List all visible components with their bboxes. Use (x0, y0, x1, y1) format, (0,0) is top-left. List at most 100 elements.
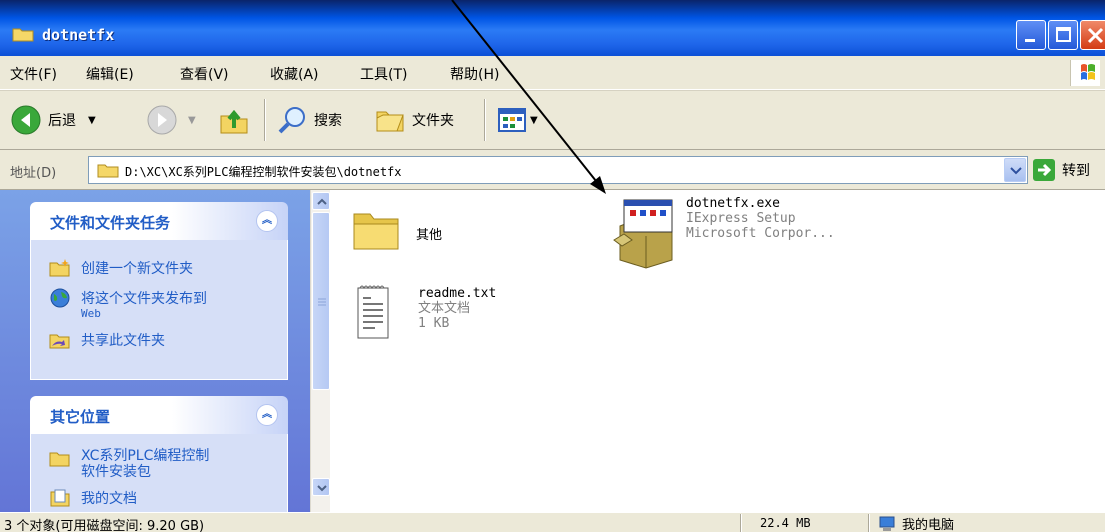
file-type: IExpress Setup (686, 211, 796, 226)
chevron-up-icon (317, 198, 327, 205)
file-list: 其他 dotnetfx.exe IExpress Setup Microsoft… (330, 190, 1105, 512)
back-label: 后退 (48, 113, 76, 129)
file-name: readme.txt (418, 286, 497, 301)
forward-button[interactable]: ▼ (146, 101, 196, 139)
share-folder-icon (49, 334, 70, 349)
minimize-button[interactable] (1016, 20, 1046, 50)
task-share-folder[interactable]: 共享此文件夹 (49, 330, 165, 350)
folders-label: 文件夹 (412, 113, 454, 129)
folders-icon (376, 111, 404, 132)
back-button[interactable]: 后退 ▼ (10, 101, 96, 139)
collapse-chevron-icon[interactable]: ︽ (256, 404, 278, 426)
title-bar[interactable]: dotnetfx (0, 0, 1105, 56)
folders-button[interactable]: 文件夹 (374, 101, 454, 139)
tasks-panel-body: 创建一个新文件夹 将这个文件夹发布到 Web 共享此文件夹 (30, 240, 288, 380)
status-size: 22.4 MB (760, 516, 811, 530)
up-folder-button[interactable] (218, 101, 250, 139)
file-item-folder[interactable]: 其他 (350, 204, 442, 256)
computer-icon (879, 516, 895, 531)
new-folder-icon (49, 259, 70, 277)
place-label-line2: 软件安装包 (81, 464, 151, 480)
status-bar: 3 个对象(可用磁盘空间: 9.20 GB) 22.4 MB 我的电脑 (0, 512, 1105, 532)
status-object-count: 3 个对象(可用磁盘空间: 9.20 GB) (4, 519, 205, 532)
back-arrow-icon (11, 105, 41, 135)
forward-dropdown-icon[interactable]: ▼ (188, 115, 196, 126)
views-button[interactable]: ▼ (496, 101, 538, 139)
menu-favorites[interactable]: 收藏(A) (270, 64, 319, 84)
close-button[interactable] (1080, 20, 1105, 50)
toolbar-separator (264, 99, 266, 141)
status-divider (740, 514, 742, 532)
file-type: 文本文档 (418, 301, 471, 316)
file-item-txt[interactable]: readme.txt 文本文档 1 KB (354, 282, 496, 346)
task-new-folder[interactable]: 创建一个新文件夹 (49, 258, 193, 278)
text-document-icon (357, 285, 389, 339)
documents-icon (50, 489, 70, 507)
scrollbar-thumb[interactable] (312, 212, 330, 390)
window-title: dotnetfx (42, 26, 115, 44)
maximize-icon (1056, 27, 1071, 42)
maximize-button[interactable] (1048, 20, 1078, 50)
places-panel-body: XC系列PLC编程控制 软件安装包 我的文档 (30, 434, 288, 512)
chevron-down-icon (1010, 167, 1022, 175)
file-name: dotnetfx.exe (686, 196, 780, 211)
vertical-scrollbar[interactable] (310, 190, 330, 512)
views-icon (498, 108, 526, 132)
tasks-panel-header[interactable]: 文件和文件夹任务 ︽ (30, 202, 288, 240)
places-panel-title: 其它位置 (50, 408, 111, 426)
task-pane: 文件和文件夹任务 ︽ 创建一个新文件夹 将这个文件夹发布到 Web 共享此文件夹… (0, 190, 310, 512)
address-dropdown-button[interactable] (1004, 158, 1026, 182)
views-dropdown-icon[interactable]: ▼ (530, 115, 538, 126)
toolbar: 后退 ▼ ▼ 搜索 文件夹 ▼ (0, 90, 1105, 150)
menu-file[interactable]: 文件(F) (10, 64, 57, 84)
folder-icon (12, 28, 34, 42)
address-bar: 地址(D) D:\XC\XC系列PLC编程控制软件安装包\dotnetfx 转到 (0, 150, 1105, 190)
grip-icon (318, 298, 326, 306)
folder-icon (97, 164, 119, 178)
go-arrow-icon (1033, 159, 1055, 181)
windows-logo (1070, 60, 1100, 86)
search-label: 搜索 (314, 113, 342, 129)
scroll-down-button[interactable] (312, 478, 330, 496)
menu-edit[interactable]: 编辑(E) (86, 64, 134, 84)
address-input[interactable]: D:\XC\XC系列PLC编程控制软件安装包\dotnetfx (88, 156, 1028, 184)
task-label: 创建一个新文件夹 (81, 261, 193, 277)
search-button[interactable]: 搜索 (276, 101, 342, 139)
file-company: Microsoft Corpor... (686, 226, 835, 241)
file-size: 1 KB (418, 316, 450, 331)
menu-bar: 文件(F) 编辑(E) 查看(V) 收藏(A) 工具(T) 帮助(H) (0, 56, 1105, 90)
collapse-chevron-icon[interactable]: ︽ (256, 210, 278, 232)
menu-tools[interactable]: 工具(T) (360, 64, 407, 84)
status-computer: 我的电脑 (878, 514, 954, 532)
place-label: XC系列PLC编程控制 (81, 448, 210, 464)
back-dropdown-icon[interactable]: ▼ (88, 115, 96, 126)
forward-arrow-icon (147, 105, 177, 135)
task-publish-web[interactable]: 将这个文件夹发布到 Web (49, 288, 207, 320)
places-panel-header[interactable]: 其它位置 ︽ (30, 396, 288, 434)
folder-icon (49, 452, 70, 467)
folder-icon (353, 213, 399, 250)
status-computer-label: 我的电脑 (902, 518, 955, 532)
place-parent-folder[interactable]: XC系列PLC编程控制 软件安装包 (49, 448, 209, 480)
scroll-up-button[interactable] (312, 192, 330, 210)
task-sublabel: Web (81, 307, 101, 320)
close-icon (1087, 27, 1104, 44)
task-label: 共享此文件夹 (81, 333, 165, 349)
address-path: D:\XC\XC系列PLC编程控制软件安装包\dotnetfx (125, 165, 402, 179)
globe-icon (50, 288, 70, 308)
task-label: 将这个文件夹发布到 (81, 291, 207, 307)
up-folder-icon (220, 109, 248, 134)
place-my-documents[interactable]: 我的文档 (49, 488, 137, 508)
status-divider (868, 514, 870, 532)
minimize-icon (1025, 39, 1035, 42)
menu-help[interactable]: 帮助(H) (450, 64, 499, 84)
tasks-panel-title: 文件和文件夹任务 (50, 214, 171, 232)
menu-view[interactable]: 查看(V) (180, 64, 229, 84)
file-name: 其他 (416, 228, 443, 243)
file-item-exe[interactable]: dotnetfx.exe IExpress Setup Microsoft Co… (610, 196, 835, 270)
toolbar-separator (484, 99, 486, 141)
search-icon (278, 107, 305, 134)
go-button[interactable]: 转到 (1032, 158, 1090, 182)
place-label: 我的文档 (81, 491, 137, 507)
chevron-down-icon (317, 485, 327, 492)
